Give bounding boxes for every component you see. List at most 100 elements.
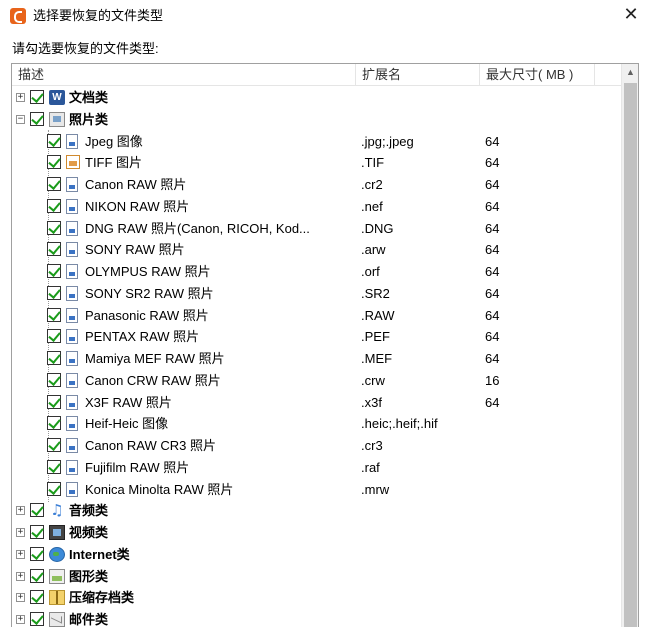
photo-folder-icon [49,111,65,127]
checkbox-photos[interactable] [30,111,44,126]
file-type-tree[interactable]: 描述 扩展名 最大尺寸( MB ) + W 文档类 − 照片类 Jpeg 图像.… [11,63,639,627]
photo-type-checkbox[interactable] [47,481,61,496]
photo-type-checkbox[interactable] [47,285,61,300]
expand-toggle-audio[interactable]: + [16,506,25,516]
photo-type-extension: .nef [361,198,383,214]
photo-type-row[interactable]: Canon CRW RAW 照片 .crw 16 [12,370,621,392]
photo-type-label: SONY SR2 RAW 照片 [85,285,214,301]
photo-type-checkbox[interactable] [47,372,61,387]
photo-type-row[interactable]: TIFF 图片 .TIF 64 [12,152,621,174]
photo-type-checkbox[interactable] [47,133,61,148]
photo-type-checkbox[interactable] [47,242,61,257]
photo-type-extension: .mrw [361,481,390,497]
category-label-documents: 文档类 [69,90,109,105]
photo-type-label: SONY RAW 照片 [85,242,185,258]
expand-toggle-video[interactable]: + [16,528,25,537]
photo-type-extension: .PEF [361,329,390,345]
checkbox-video[interactable] [30,525,44,539]
file-icon [66,416,78,432]
tree-row-mail[interactable]: + 邮件类 [12,609,621,627]
column-ext-header[interactable]: 扩展名 [356,64,480,86]
photo-type-row[interactable]: Jpeg 图像 .jpg;.jpeg 64 [12,131,621,153]
file-icon [66,481,78,497]
photo-type-extension: .x3f [361,394,382,410]
photo-type-checkbox[interactable] [47,438,61,452]
checkbox-audio[interactable] [30,503,44,518]
category-label-graphics: 图形类 [69,568,109,584]
tree-row-internet[interactable]: + Internet类 [12,544,621,566]
photo-type-row[interactable]: DNG RAW 照片(Canon, RICOH, Kod... .DNG 64 [12,218,621,240]
collapse-toggle-photos[interactable]: − [16,114,25,124]
tree-row-archive[interactable]: + 压缩存档类 [12,587,621,609]
photo-type-max-size: 64 [485,155,500,171]
photo-type-checkbox[interactable] [47,307,61,322]
scroll-up-arrow-icon[interactable]: ▲ [622,64,638,81]
tree-row-photos[interactable]: − 照片类 [12,109,621,131]
photo-type-row[interactable]: Canon RAW 照片 .cr2 64 [12,174,621,196]
checkbox-internet[interactable] [30,546,44,561]
photo-type-extension: .heic;.heif;.hif [361,416,438,432]
photo-type-max-size: 64 [485,307,500,323]
column-size-header[interactable]: 最大尺寸( MB ) [480,64,595,86]
photo-type-label: NIKON RAW 照片 [85,198,190,214]
photo-type-row[interactable]: SONY RAW 照片 .arw 64 [12,239,621,261]
photo-type-row[interactable]: PENTAX RAW 照片 .PEF 64 [12,326,621,348]
photo-type-row[interactable]: Canon RAW CR3 照片 .cr3 [12,435,621,457]
photo-type-max-size: 64 [485,220,500,236]
checkbox-documents[interactable] [30,90,44,104]
photo-type-checkbox[interactable] [47,416,61,431]
photo-type-row[interactable]: Konica Minolta RAW 照片 .mrw [12,479,621,501]
photo-type-extension: .jpg;.jpeg [361,133,414,149]
tree-row-audio[interactable]: + ♫ 音频类 [12,500,621,522]
tree-row-graphics[interactable]: + 图形类 [12,566,621,588]
photo-type-checkbox[interactable] [47,177,61,191]
expand-toggle-archive[interactable]: + [16,593,25,603]
photo-type-label: Mamiya MEF RAW 照片 [85,351,225,366]
vertical-scrollbar[interactable]: ▲ [621,64,638,627]
photo-type-max-size: 16 [485,372,500,388]
photo-type-checkbox[interactable] [47,329,61,344]
file-icon [66,242,78,258]
checkbox-mail[interactable] [30,612,44,626]
photo-type-row[interactable]: Fujifilm RAW 照片 .raf [12,457,621,479]
photo-type-extension: .RAW [361,307,395,323]
category-label-audio: 音频类 [69,503,109,519]
photo-type-checkbox[interactable] [47,459,61,474]
file-icon [66,372,78,388]
photo-type-checkbox[interactable] [47,351,61,365]
expand-toggle-documents[interactable]: + [16,93,25,102]
photo-type-row[interactable]: SONY SR2 RAW 照片 .SR2 64 [12,283,621,305]
photo-type-label: Fujifilm RAW 照片 [85,459,190,475]
photo-type-checkbox[interactable] [47,220,61,235]
photo-type-label: X3F RAW 照片 [85,394,172,410]
photo-type-label: Jpeg 图像 [85,133,143,149]
photo-type-checkbox[interactable] [47,198,61,213]
file-icon [66,220,78,236]
photo-type-checkbox[interactable] [47,264,61,278]
checkbox-archive[interactable] [30,590,44,605]
photo-type-label: Heif-Heic 图像 [85,416,169,432]
expand-toggle-graphics[interactable]: + [16,571,25,581]
photo-type-checkbox[interactable] [47,155,61,170]
tree-row-documents[interactable]: + W 文档类 [12,87,621,109]
scrollbar-thumb[interactable] [624,83,637,627]
graphics-icon [49,568,65,584]
column-desc-header[interactable]: 描述 [12,64,356,86]
photo-type-row[interactable]: Panasonic RAW 照片 .RAW 64 [12,305,621,327]
file-icon [66,285,78,301]
photo-type-checkbox[interactable] [47,394,61,409]
expand-toggle-mail[interactable]: + [16,615,25,624]
photo-type-row[interactable]: Heif-Heic 图像 .heic;.heif;.hif [12,413,621,435]
photo-type-max-size: 64 [485,351,500,366]
photo-type-row[interactable]: Mamiya MEF RAW 照片 .MEF 64 [12,348,621,370]
photo-type-max-size: 64 [485,264,500,279]
tree-row-video[interactable]: + 视频类 [12,522,621,544]
checkbox-graphics[interactable] [30,568,44,583]
photo-type-row[interactable]: OLYMPUS RAW 照片 .orf 64 [12,261,621,283]
photo-type-row[interactable]: X3F RAW 照片 .x3f 64 [12,392,621,414]
photo-type-row[interactable]: NIKON RAW 照片 .nef 64 [12,196,621,218]
expand-toggle-internet[interactable]: + [16,549,25,559]
photo-type-label: Canon CRW RAW 照片 [85,372,221,388]
file-icon [66,351,78,366]
close-button[interactable]: ✕ [618,4,644,28]
